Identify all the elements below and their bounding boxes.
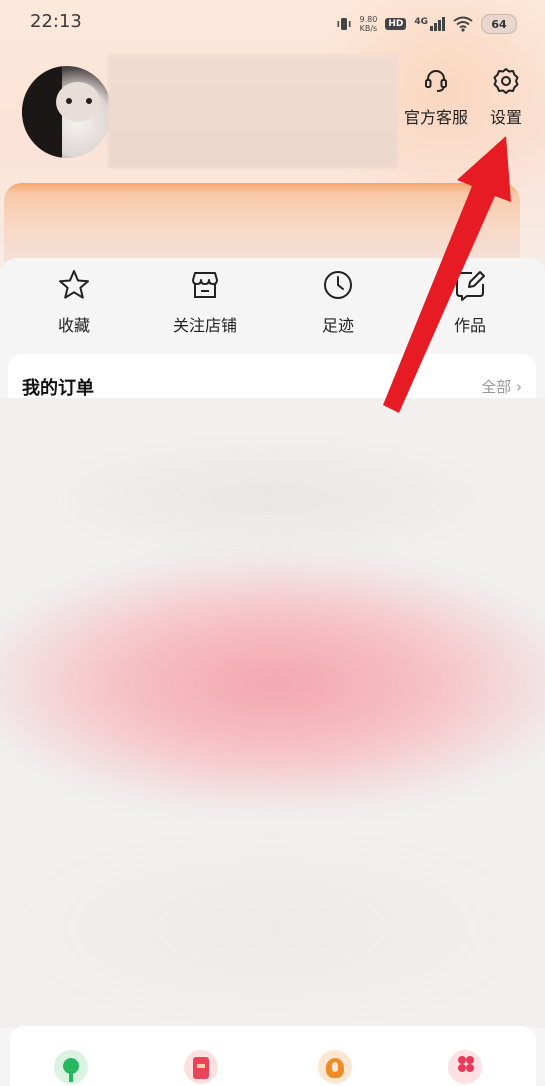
favorites-label: 收藏 — [57, 316, 90, 335]
store-icon — [192, 272, 218, 298]
status-time: 22:13 — [30, 11, 82, 32]
flower-icon[interactable] — [448, 1050, 482, 1084]
hd-badge: HD — [385, 18, 407, 30]
status-icons: 9.80 KB/s HD 4G 64 — [336, 12, 517, 36]
settings-button[interactable]: 设置 — [482, 66, 530, 128]
customer-service-label: 官方客服 — [403, 108, 468, 127]
followed-stores-label: 关注店铺 — [172, 316, 237, 335]
followed-stores-button[interactable]: 关注店铺 — [150, 268, 260, 336]
clock-icon — [324, 271, 352, 299]
quick-actions-row: 收藏 关注店铺 足迹 作品 — [0, 268, 545, 348]
red-envelope-icon[interactable] — [184, 1050, 218, 1084]
username-area-blurred — [108, 54, 398, 168]
services-card — [10, 1026, 536, 1086]
edit-icon — [456, 271, 485, 301]
membership-card-blurred[interactable] — [4, 183, 520, 263]
network-speed-value: 9.80 — [359, 15, 378, 24]
customer-service-button[interactable]: 官方客服 — [400, 66, 472, 128]
vibrate-icon — [337, 18, 351, 30]
user-avatar[interactable] — [22, 66, 112, 158]
view-all-orders-link[interactable]: 全部 › — [481, 376, 522, 397]
orders-title: 我的订单 — [22, 378, 94, 399]
works-button[interactable]: 作品 — [434, 268, 506, 336]
status-bar: 22:13 9.80 KB/s HD 4G 64 — [0, 0, 545, 48]
footprints-label: 足迹 — [321, 316, 354, 335]
chevron-right-icon: › — [516, 378, 522, 396]
network-type: 4G — [414, 17, 428, 27]
favorites-button[interactable]: 收藏 — [38, 268, 110, 336]
headset-icon — [425, 70, 447, 92]
cellular-signal-icon: 4G — [414, 17, 445, 31]
network-speed: 9.80 KB/s — [360, 15, 378, 33]
gear-icon — [493, 68, 519, 94]
view-all-orders-label: 全部 — [481, 378, 512, 396]
battery-indicator: 64 — [481, 14, 517, 34]
footprints-button[interactable]: 足迹 — [302, 268, 374, 336]
network-speed-unit: KB/s — [359, 24, 378, 33]
orange-service-icon[interactable] — [318, 1050, 352, 1084]
blurred-content-area — [0, 398, 545, 1028]
green-service-icon[interactable] — [54, 1050, 88, 1084]
settings-label: 设置 — [489, 108, 522, 127]
star-icon — [59, 270, 89, 299]
wifi-icon — [453, 16, 473, 32]
works-label: 作品 — [453, 316, 486, 335]
